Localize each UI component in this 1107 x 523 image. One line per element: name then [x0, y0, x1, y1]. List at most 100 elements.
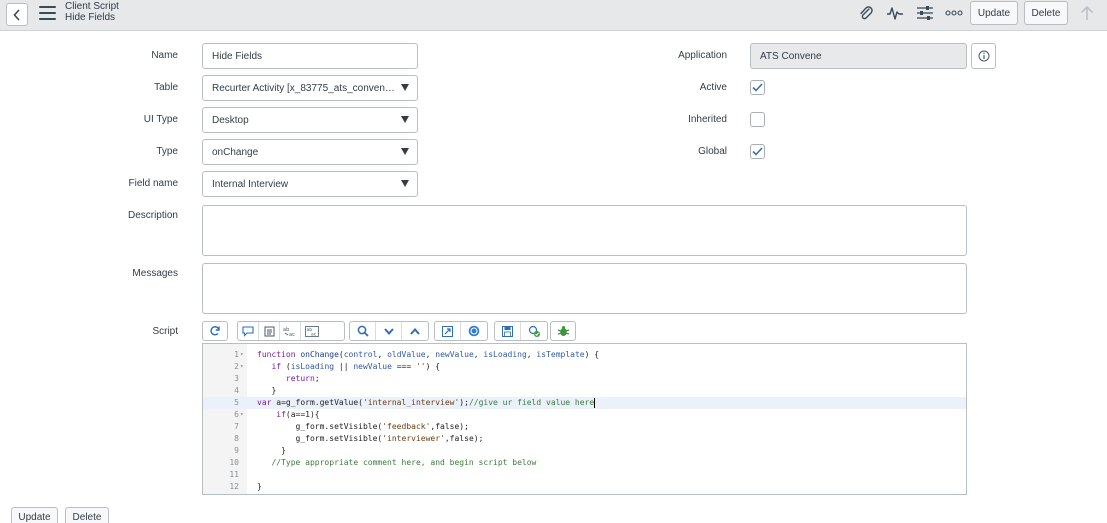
help-button[interactable] [461, 322, 487, 340]
back-button[interactable] [6, 3, 28, 26]
code-token: || [334, 362, 354, 371]
application-label: Application [678, 50, 727, 61]
info-button[interactable] [971, 43, 996, 69]
description-textarea[interactable] [202, 205, 967, 256]
type-label: Type [156, 146, 178, 157]
expand-icon [442, 325, 453, 337]
ui-type-select[interactable]: Desktop [202, 107, 418, 133]
fold-arrow-icon[interactable]: ▾ [240, 349, 244, 361]
replace-all-button[interactable]: ab ac [301, 322, 322, 340]
toolbar-group-debug [550, 321, 576, 341]
arrow-up-icon[interactable] [1077, 3, 1097, 23]
active-checkbox[interactable] [750, 80, 765, 95]
toggle-syntax-button[interactable] [521, 322, 547, 340]
code-token: === [391, 362, 416, 371]
line-number: 5 [234, 398, 239, 407]
field-name-label: Field name [128, 178, 178, 189]
code-token: isTemplate [536, 350, 585, 359]
comment-block-button[interactable] [259, 322, 280, 340]
field-name-select[interactable]: Internal Interview [202, 171, 418, 197]
text-cursor [594, 397, 596, 408]
comment-icon [242, 325, 254, 337]
syntax-check-icon [528, 325, 540, 337]
activity-icon[interactable] [884, 3, 906, 23]
code-line-6: 6 ▾ if(a==1){ [203, 409, 966, 421]
footer-delete-button[interactable]: Delete [65, 507, 109, 523]
code-token: 'feedback' [382, 422, 431, 431]
code-token: oldValue [387, 350, 426, 359]
global-label: Global [698, 146, 727, 157]
inherited-checkbox[interactable] [750, 112, 765, 127]
code-token: return [285, 374, 315, 383]
chevron-down-icon [401, 84, 409, 91]
code-token: if [276, 410, 286, 419]
checkmark-icon [752, 147, 763, 156]
settings-sliders-icon[interactable] [914, 3, 936, 23]
chevron-left-icon [13, 8, 20, 21]
comment-button[interactable] [238, 322, 259, 340]
footer-update-button[interactable]: Update [11, 507, 58, 523]
script-editor[interactable]: 1 ▾ function onChange (control, oldValue,… [202, 343, 967, 495]
more-options-icon[interactable] [944, 3, 964, 23]
code-line-1: 1 ▾ function onChange(control, oldValue,… [203, 349, 966, 361]
find-previous-button[interactable] [402, 322, 428, 340]
debug-button[interactable] [551, 322, 575, 340]
global-checkbox[interactable] [750, 144, 765, 159]
fold-arrow-icon[interactable]: ▾ [240, 409, 244, 421]
code-token: } [281, 446, 286, 455]
record-name: Hide Fields [65, 12, 116, 23]
form-title: Client Script [65, 1, 119, 12]
svg-text:ac: ac [311, 332, 317, 337]
find-replace-button[interactable]: ab ac [280, 322, 301, 340]
code-token: if [271, 362, 282, 371]
code-token: , [526, 350, 537, 359]
table-value: Recurter Activity [x_83775_ats_conven_r.… [212, 82, 397, 94]
paperclip-icon[interactable] [856, 3, 876, 23]
line-number: 3 [234, 374, 239, 383]
replace-all-icon: abac [304, 325, 319, 337]
chevron-down-icon [401, 116, 409, 123]
line-number: 9 [234, 446, 239, 455]
table-select[interactable]: Recurter Activity [x_83775_ats_conven_r.… [202, 75, 418, 101]
chevron-down-icon [401, 180, 409, 187]
code-token: } [271, 386, 277, 395]
code-token: var [257, 398, 272, 407]
checkmark-icon [752, 83, 763, 92]
table-label: Table [154, 82, 178, 93]
toolbar-group-view [434, 321, 488, 341]
code-line-12: 12 } [203, 481, 966, 493]
name-value: Hide Fields [212, 50, 263, 62]
name-field[interactable]: Hide Fields [202, 43, 418, 69]
code-line-8: 8 g_form.setVisible('interviewer',false)… [203, 433, 966, 445]
chevron-down-icon [401, 148, 409, 155]
fold-arrow-icon[interactable]: ▾ [240, 361, 244, 373]
find-next-button[interactable] [376, 322, 402, 340]
code-token: 'interviewer' [382, 434, 445, 443]
field-name-value: Internal Interview [212, 178, 289, 190]
line-number: 8 [234, 434, 239, 443]
messages-textarea[interactable] [202, 263, 967, 314]
menu-icon[interactable] [39, 6, 56, 20]
code-token: ); [459, 398, 469, 407]
script-label: Script [152, 326, 178, 337]
code-token: , [425, 350, 436, 359]
format-code-button[interactable] [203, 322, 227, 340]
header-delete-button[interactable]: Delete [1024, 1, 1068, 25]
fullscreen-button[interactable] [435, 322, 461, 340]
line-number: 7 [234, 422, 239, 431]
save-button[interactable] [495, 322, 521, 340]
search-button[interactable] [350, 322, 376, 340]
code-token: , [473, 350, 484, 359]
code-token: ( [281, 362, 291, 371]
replace-icon: abac [283, 327, 295, 337]
code-token: //give ur field value here [468, 398, 595, 407]
code-token: g_form.setVisible( [295, 422, 383, 431]
messages-label: Messages [132, 268, 178, 279]
type-select[interactable]: onChange [202, 139, 418, 165]
line-number: 2 [234, 362, 239, 371]
header-update-button[interactable]: Update [970, 1, 1018, 25]
chevron-down-icon [383, 327, 394, 335]
line-number: 11 [229, 470, 239, 479]
chevron-up-icon [410, 327, 420, 335]
type-value: onChange [212, 146, 259, 158]
